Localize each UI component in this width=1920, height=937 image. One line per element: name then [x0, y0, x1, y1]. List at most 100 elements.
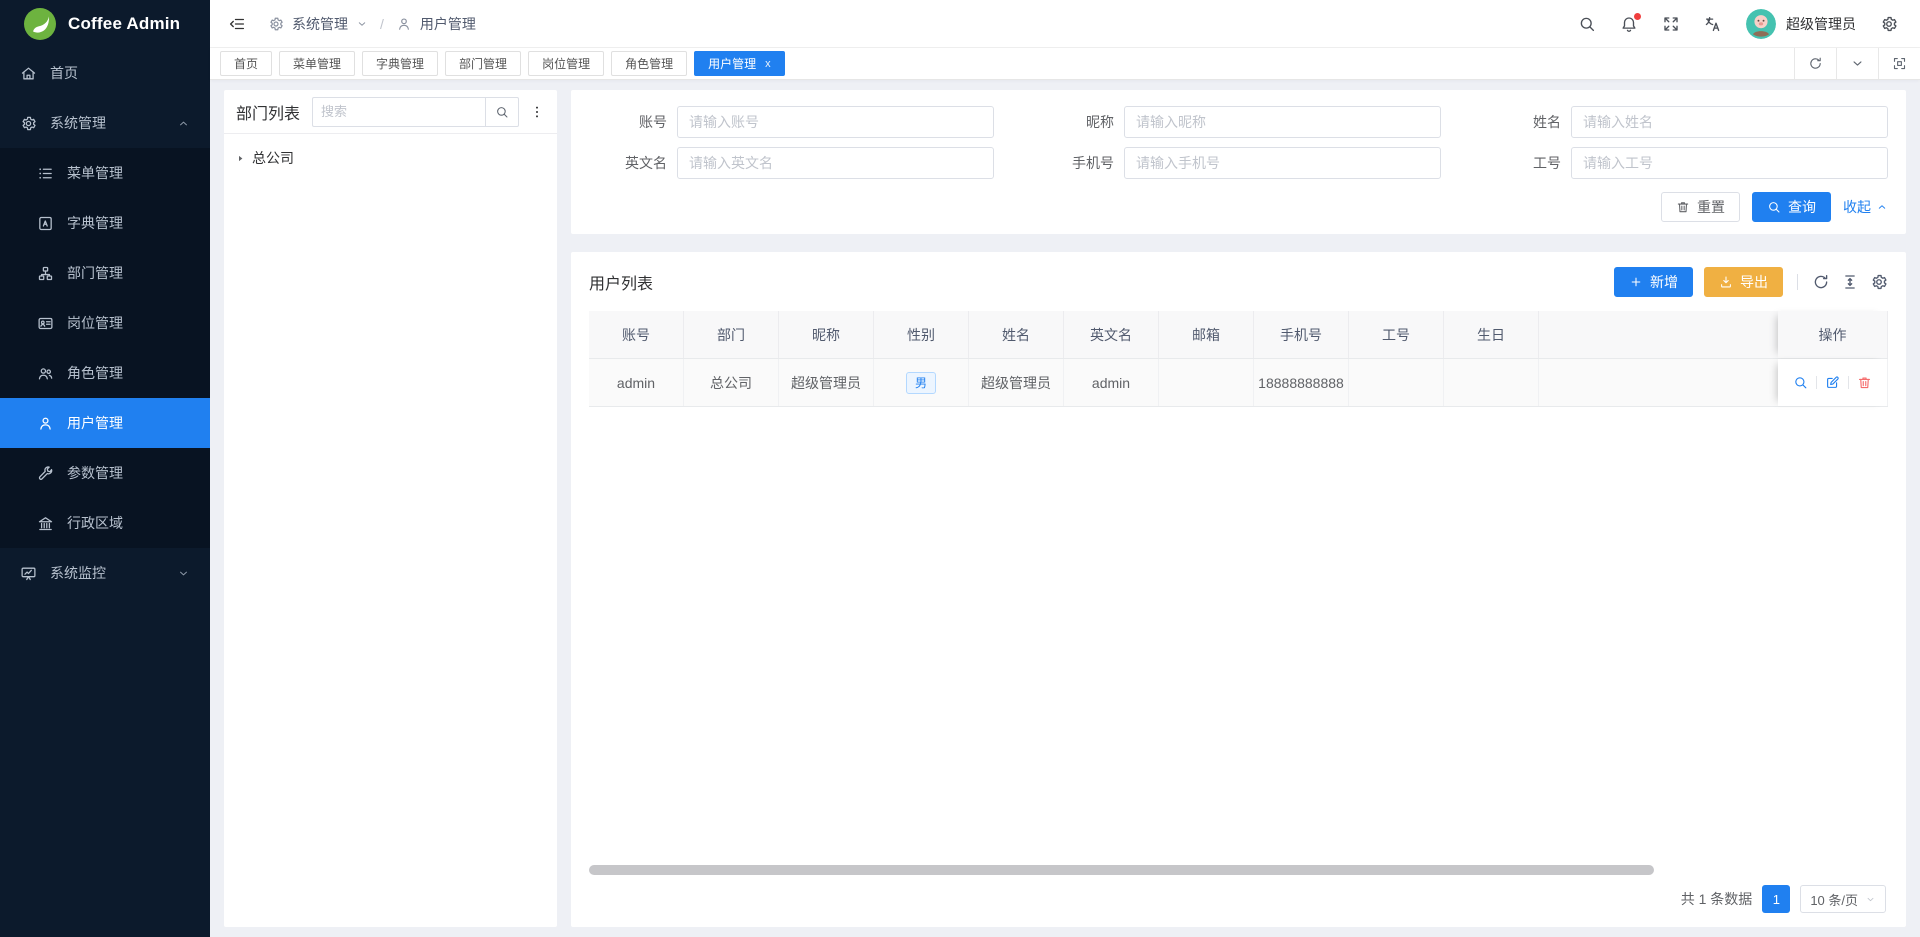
column-header[interactable]: 昵称: [779, 311, 874, 358]
language-icon[interactable]: [1704, 15, 1722, 33]
page-button-1[interactable]: 1: [1762, 885, 1790, 913]
horizontal-scrollbar[interactable]: [589, 865, 1888, 875]
filter-panel: 账号 昵称 姓名 英文名: [571, 90, 1906, 234]
user-table-title: 用户列表: [589, 270, 653, 294]
sidebar-item-role-mgmt[interactable]: 角色管理: [0, 348, 210, 398]
settings-gear-icon[interactable]: [1880, 15, 1898, 33]
chevron-down-icon[interactable]: [356, 18, 368, 30]
column-header[interactable]: 工号: [1349, 311, 1444, 358]
department-panel-header: 部门列表: [224, 90, 557, 134]
notifications-button[interactable]: [1620, 15, 1638, 33]
refresh-icon[interactable]: [1812, 273, 1830, 291]
add-user-button[interactable]: 新增: [1614, 267, 1693, 297]
nickname-input[interactable]: [1124, 106, 1441, 138]
tree-node-head-office[interactable]: 总公司: [236, 144, 545, 172]
content-fullscreen-button[interactable]: [1878, 48, 1920, 79]
cell-nickname: 超级管理员: [779, 359, 874, 406]
sidebar-item-system-mgmt[interactable]: 系统管理: [0, 98, 210, 148]
sidebar-item-label: 菜单管理: [67, 163, 123, 183]
cell-email: [1159, 359, 1254, 406]
sidebar-item-home[interactable]: 首页: [0, 48, 210, 98]
phone-input[interactable]: [1124, 147, 1441, 179]
tab-dict-mgmt[interactable]: 字典管理: [362, 51, 438, 76]
list-icon: [37, 165, 54, 182]
scrollbar-thumb[interactable]: [589, 865, 1654, 875]
collapse-link[interactable]: 收起: [1843, 197, 1888, 217]
search-icon: [1767, 200, 1781, 214]
name-input[interactable]: [1571, 106, 1888, 138]
delete-trash-icon[interactable]: [1857, 375, 1872, 390]
department-search-button[interactable]: [485, 97, 519, 127]
view-magnifier-icon[interactable]: [1793, 375, 1808, 390]
tab-menu-mgmt[interactable]: 菜单管理: [279, 51, 355, 76]
field-label: 姓名: [1483, 112, 1571, 132]
sidebar-item-dict-mgmt[interactable]: 字典管理: [0, 198, 210, 248]
gear-icon: [20, 115, 37, 132]
tab-list-dropdown[interactable]: [1836, 48, 1878, 79]
fullscreen-icon[interactable]: [1662, 15, 1680, 33]
collapse-link-label: 收起: [1843, 197, 1871, 217]
tab-role-mgmt[interactable]: 角色管理: [611, 51, 687, 76]
sidebar-item-param-mgmt[interactable]: 参数管理: [0, 448, 210, 498]
tab-label: 用户管理: [708, 55, 756, 72]
table-row[interactable]: admin 总公司 超级管理员 男 超级管理员 admin 1888888888…: [589, 359, 1888, 407]
tab-user-mgmt[interactable]: 用户管理 x: [694, 51, 785, 76]
query-button[interactable]: 查询: [1752, 192, 1831, 222]
job-number-input[interactable]: [1571, 147, 1888, 179]
sidebar-item-dept-mgmt[interactable]: 部门管理: [0, 248, 210, 298]
tab-tools: [1794, 48, 1920, 79]
filter-actions: 重置 查询 收起: [589, 192, 1888, 222]
cell-job-number: [1349, 359, 1444, 406]
department-panel: 部门列表 总公司: [224, 90, 557, 927]
column-header[interactable]: 邮箱: [1159, 311, 1254, 358]
sidebar-item-menu-mgmt[interactable]: 菜单管理: [0, 148, 210, 198]
department-tree: 总公司: [224, 134, 557, 182]
account-input[interactable]: [677, 106, 994, 138]
tab-bar: 首页 菜单管理 字典管理 部门管理 岗位管理 角色管理 用户管理 x: [210, 48, 1920, 80]
sidebar-item-system-monitor[interactable]: 系统监控: [0, 548, 210, 598]
cell-gender: 男: [874, 359, 969, 406]
tab-post-mgmt[interactable]: 岗位管理: [528, 51, 604, 76]
wrench-icon: [37, 465, 54, 482]
column-header[interactable]: 账号: [589, 311, 684, 358]
column-header[interactable]: 部门: [684, 311, 779, 358]
column-header[interactable]: 英文名: [1064, 311, 1159, 358]
tab-label: 字典管理: [376, 55, 424, 72]
app-title: Coffee Admin: [68, 14, 180, 34]
sidebar-submenu-system: 菜单管理 字典管理 部门管理 岗位管理 角色管理: [0, 148, 210, 548]
page-size-select[interactable]: 10 条/页: [1800, 885, 1886, 913]
query-button-label: 查询: [1788, 197, 1816, 217]
english-name-input[interactable]: [677, 147, 994, 179]
refresh-tab-button[interactable]: [1794, 48, 1836, 79]
chevron-down-icon: [1865, 894, 1876, 905]
column-header[interactable]: 性别: [874, 311, 969, 358]
breadcrumb-section[interactable]: 系统管理: [292, 14, 348, 34]
tab-home[interactable]: 首页: [220, 51, 272, 76]
sidebar-item-post-mgmt[interactable]: 岗位管理: [0, 298, 210, 348]
people-icon: [37, 365, 54, 382]
reset-button[interactable]: 重置: [1661, 192, 1740, 222]
department-search-input[interactable]: [312, 97, 485, 127]
tab-dept-mgmt[interactable]: 部门管理: [445, 51, 521, 76]
breadcrumb-page: 用户管理: [420, 14, 476, 34]
org-tree-icon: [37, 265, 54, 282]
edit-icon[interactable]: [1825, 375, 1840, 390]
more-options-icon[interactable]: [529, 104, 545, 120]
add-button-label: 新增: [1650, 272, 1678, 292]
tab-close-icon[interactable]: x: [765, 58, 771, 70]
column-header[interactable]: 姓名: [969, 311, 1064, 358]
column-settings-gear-icon[interactable]: [1870, 273, 1888, 291]
cell-department: 总公司: [684, 359, 779, 406]
menu-fold-icon[interactable]: [228, 15, 246, 33]
sidebar-item-user-mgmt[interactable]: 用户管理: [0, 398, 210, 448]
search-icon[interactable]: [1578, 15, 1596, 33]
sidebar-item-admin-region[interactable]: 行政区域: [0, 498, 210, 548]
column-header[interactable]: 生日: [1444, 311, 1539, 358]
refresh-icon: [1808, 56, 1823, 71]
caret-right-icon[interactable]: [236, 154, 245, 163]
export-button[interactable]: 导出: [1704, 267, 1783, 297]
row-height-icon[interactable]: [1841, 273, 1859, 291]
notification-dot: [1634, 13, 1641, 20]
column-header[interactable]: 手机号: [1254, 311, 1349, 358]
user-menu[interactable]: 超级管理员: [1746, 9, 1856, 39]
